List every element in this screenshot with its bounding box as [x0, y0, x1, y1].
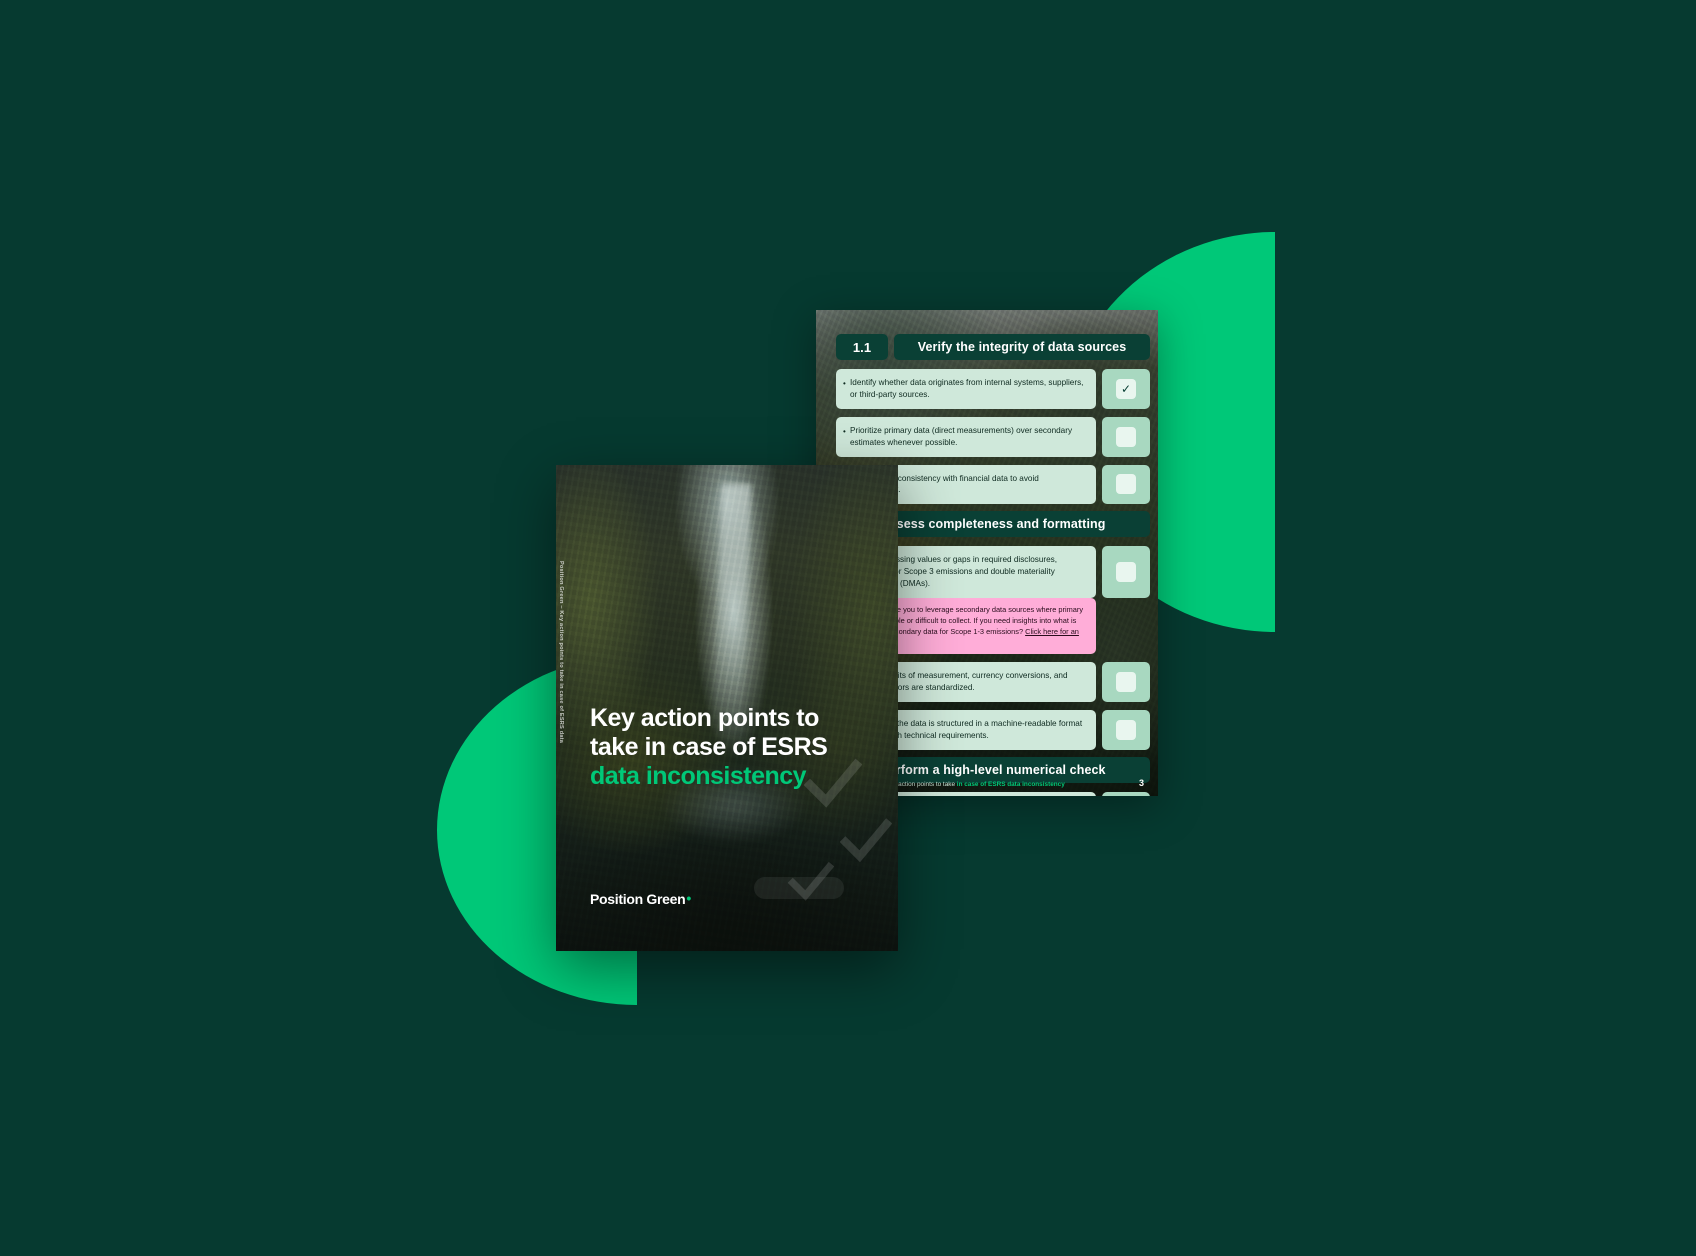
- checklist-item[interactable]: • Prioritize primary data (direct measur…: [836, 416, 1150, 457]
- checkbox[interactable]: [1116, 562, 1136, 583]
- checkbox[interactable]: [1116, 672, 1136, 693]
- checkbox-cell[interactable]: [1102, 710, 1150, 751]
- bullet-icon: •: [843, 379, 846, 388]
- brand-logo-text: Position Green: [590, 891, 686, 907]
- brand-logo-dot-icon: •: [686, 890, 691, 906]
- cover-title-line-2: take in case of ESRS: [590, 733, 828, 761]
- cover-title: Key action points to take in case of ESR…: [590, 704, 860, 791]
- cover-side-text: Position Green – Key action points to ta…: [558, 561, 564, 744]
- watermark-check-icon: [840, 815, 892, 867]
- section-header-row: 1.1 Verify the integrity of data sources: [836, 334, 1150, 360]
- checklist-item-text-wrapper: • Prioritize primary data (direct measur…: [836, 416, 1096, 457]
- checkbox[interactable]: [1116, 474, 1136, 495]
- page-number: 3: [1138, 778, 1144, 788]
- checkbox[interactable]: ✓: [1116, 378, 1136, 399]
- checklist-item-label: Prioritize primary data (direct measurem…: [850, 425, 1073, 447]
- canvas: 1.1 Verify the integrity of data sources…: [0, 0, 1696, 1256]
- checkbox-cell[interactable]: [1102, 662, 1150, 703]
- checklist-item-label: Identify whether data originates from in…: [850, 378, 1084, 399]
- checkbox[interactable]: [1116, 720, 1136, 741]
- checkbox-cell[interactable]: [1102, 416, 1150, 457]
- checkbox-cell[interactable]: [1102, 464, 1150, 505]
- cover-title-line-1: Key action points to: [590, 704, 819, 732]
- section-title: Verify the integrity of data sources: [894, 334, 1150, 360]
- checklist-item-text-wrapper: • Identify whether data originates from …: [836, 369, 1096, 409]
- brand-logo: Position Green •: [590, 891, 691, 907]
- cover-document[interactable]: Position Green – Key action points to ta…: [556, 465, 898, 951]
- checkbox[interactable]: [1116, 426, 1136, 447]
- checkbox-cell[interactable]: ✓: [1102, 369, 1150, 409]
- bullet-icon: •: [843, 426, 846, 436]
- check-icon: ✓: [1120, 381, 1132, 396]
- cover-title-accent-line: data inconsistency: [590, 762, 807, 790]
- checkbox-cell[interactable]: [1102, 546, 1150, 599]
- watermark-pill-shape: [754, 877, 844, 899]
- checkbox-cell[interactable]: [1102, 792, 1150, 796]
- footer-text-highlight: in case of ESRS data inconsistency: [956, 781, 1065, 788]
- checklist-item[interactable]: • Identify whether data originates from …: [836, 369, 1150, 409]
- section-number-badge: 1.1: [836, 334, 888, 360]
